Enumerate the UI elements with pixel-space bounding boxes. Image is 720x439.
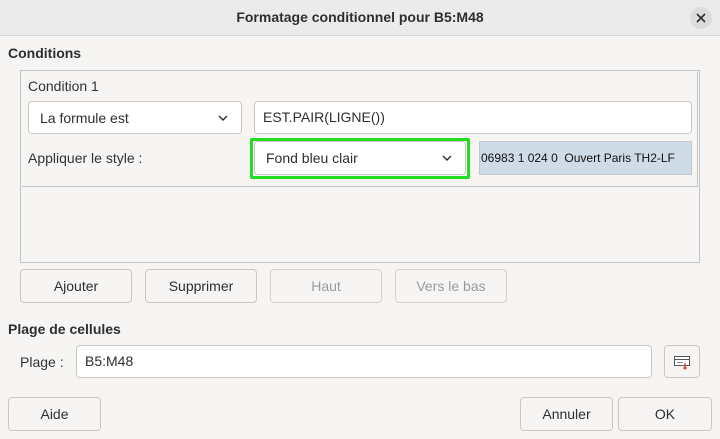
apply-style-label: Appliquer le style :	[28, 150, 143, 166]
conditions-section-label: Conditions	[8, 45, 82, 61]
cell-range-section-label: Plage de cellules	[8, 321, 121, 337]
shrink-range-button[interactable]	[664, 345, 700, 378]
formula-input[interactable]	[263, 109, 656, 125]
range-field[interactable]	[76, 345, 652, 378]
cancel-button[interactable]: Annuler	[520, 397, 613, 431]
condition-type-value: La formule est	[40, 110, 129, 126]
formula-field[interactable]	[254, 101, 692, 134]
close-icon	[696, 13, 706, 23]
style-preview: 06983 1 024 0 Ouvert Paris TH2-LF	[479, 141, 692, 175]
range-input[interactable]	[85, 353, 602, 369]
add-button[interactable]: Ajouter	[20, 269, 132, 303]
ok-button[interactable]: OK	[618, 397, 712, 431]
shrink-range-icon	[674, 355, 690, 370]
style-dropdown-highlight	[250, 138, 470, 179]
title-bar: Formatage conditionnel pour B5:M48	[0, 0, 720, 36]
range-label: Plage :	[20, 354, 64, 370]
delete-button[interactable]: Supprimer	[145, 269, 257, 303]
help-button[interactable]: Aide	[8, 397, 101, 431]
condition-title: Condition 1	[28, 78, 99, 94]
condition-type-dropdown[interactable]: La formule est	[28, 101, 242, 134]
dialog-title: Formatage conditionnel pour B5:M48	[236, 9, 484, 25]
close-button[interactable]	[690, 7, 712, 29]
move-down-button[interactable]: Vers le bas	[395, 269, 507, 303]
move-up-button[interactable]: Haut	[270, 269, 382, 303]
chevron-down-icon	[218, 115, 228, 121]
